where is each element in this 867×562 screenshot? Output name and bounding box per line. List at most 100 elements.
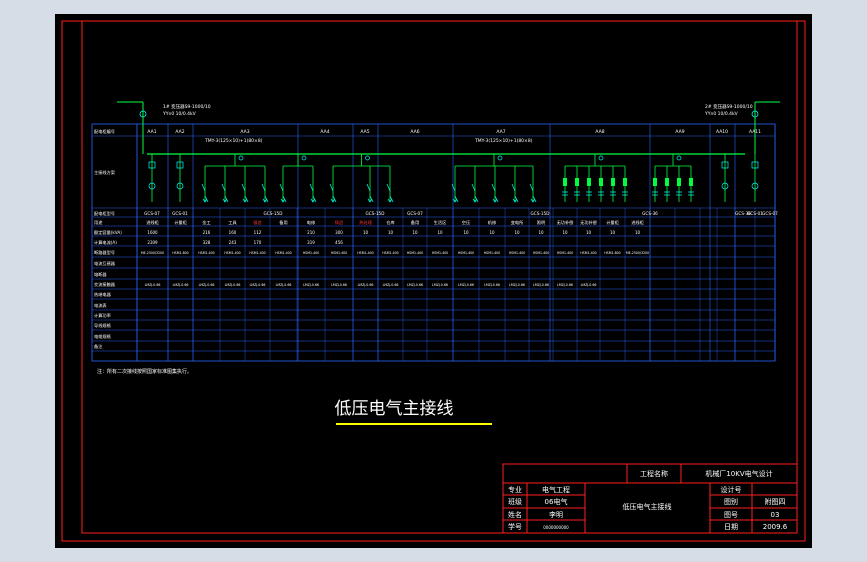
- tb-row0-value: 电气工程: [542, 485, 570, 494]
- capacitor-count-cell: 10: [412, 230, 418, 235]
- ct-cell: LMZJ-0.66: [458, 283, 474, 287]
- cap-fuse: [665, 178, 669, 186]
- tb-r1-value: 附图四: [765, 497, 786, 506]
- row-label: 电流表: [94, 302, 107, 309]
- row-label: 交流接触器: [94, 281, 116, 288]
- cabinet-model: GCS-15D: [264, 211, 283, 216]
- cabinet-model: GCS-36: [642, 211, 658, 216]
- use-cell: 无功补偿: [580, 219, 597, 226]
- use-cell: 变电所: [511, 219, 524, 226]
- ct-cell: LMZJ-0.66: [303, 283, 319, 287]
- capacity-cell: 160: [229, 230, 237, 235]
- cabinet-number: AA7: [496, 129, 505, 135]
- bus-ct: [301, 155, 307, 161]
- tb-r2-value: 03: [771, 511, 780, 519]
- bus-ct: [598, 155, 604, 161]
- use-cell: 照明: [537, 220, 545, 226]
- title-block: 工程名称 机械厂10KV电气设计 专业 电气工程 班级 06电气 姓名 李明 学…: [502, 463, 798, 534]
- breaker-cell: HSM1-400: [382, 251, 398, 255]
- cap-fuse: [623, 178, 627, 186]
- breaker-cell: HSM1-400: [533, 251, 549, 255]
- use-cell: 仓库: [386, 219, 394, 226]
- tb-r2-label: 图号: [724, 511, 738, 519]
- cabinet-model: GCS-01: [172, 211, 188, 216]
- current-cell: 456: [335, 240, 343, 245]
- tb-project-label: 工程名称: [640, 469, 668, 478]
- tb-row2-value: 李明: [549, 510, 563, 519]
- use-cell: 机修: [488, 219, 497, 226]
- inner-border: [81, 20, 798, 534]
- row-label: 电流互感器: [94, 260, 116, 267]
- footnote: 注：所有二次接线按照国家标准图集执行。: [97, 368, 192, 375]
- current-cell: 328: [203, 240, 211, 245]
- capacitor-count-cell: 10: [635, 230, 641, 235]
- tb-drawing-name: 低压电气主接线: [623, 502, 672, 511]
- tb-r3-label: 日期: [724, 523, 738, 531]
- cabinet-number: AA6: [410, 129, 419, 135]
- capacitor-count-cell: 10: [437, 230, 443, 235]
- capacity-cell: 1600: [147, 230, 158, 235]
- row-label: 电缆规格: [94, 333, 112, 340]
- use-cell: 铸造: [335, 219, 344, 226]
- ct-cell: LMZJ-0.66: [225, 283, 241, 287]
- cap-fuse: [689, 178, 693, 186]
- breaker-cell: HSM1-400: [509, 251, 525, 255]
- incoming-left-line1: 1# 变压器S9-1000/10: [163, 103, 211, 110]
- ct-cell: LMZJ-0.66: [383, 283, 399, 287]
- cabinet-number: AA11: [749, 129, 761, 135]
- ct-cell: LMZJ-0.66: [173, 283, 189, 287]
- cabinet-model: GCS-07: [407, 211, 423, 216]
- breaker-cell: HSM1-400: [580, 251, 596, 255]
- use-cell: 计量柜: [174, 219, 187, 226]
- use-cell: 备用: [411, 219, 419, 226]
- current-cell: 170: [254, 240, 262, 245]
- current-cell: 243: [229, 240, 237, 245]
- bus-ct: [497, 155, 503, 161]
- breaker-cell: HSM1-400: [198, 251, 214, 255]
- use-cell: 进线柜: [146, 219, 159, 226]
- cabinet-model: GCS-15D: [531, 211, 550, 216]
- bus-ct: [676, 155, 682, 161]
- current-cell: 2309: [147, 240, 158, 245]
- capacitor-count-cell: 10: [388, 230, 394, 235]
- breaker-cell: HSM1-400: [357, 251, 373, 255]
- ct-cell: LMZJ-0.66: [509, 283, 525, 287]
- table-cell-texts: 配电柜编号主接线方案配电柜型号用途额定容量(kVA) 计算电流(A) 断路器型号电流…: [94, 128, 778, 350]
- tb-r0-label: 设计号: [721, 485, 742, 494]
- bus-ct: [238, 155, 244, 161]
- cap-fuse: [653, 178, 657, 186]
- current-cell: 319: [307, 240, 315, 245]
- breaker-cell: HSM1-400: [224, 251, 240, 255]
- row-label: 计算功率: [94, 312, 111, 319]
- drawing-sheet: 配电柜编号 主接线方案 配电柜型号 用途 额定容量(kVA) 计算电流(A) 断路器型号 电流…: [55, 14, 812, 548]
- ct-cell: LMZJ-0.66: [557, 283, 573, 287]
- cabinet-model: GCS-01: [747, 211, 763, 216]
- breaker-cell: HSM1-400: [275, 251, 291, 255]
- capacitor-count-cell: 10: [586, 230, 592, 235]
- capacity-cell: 210: [307, 230, 315, 235]
- breaker-cell: HSM1-400: [303, 251, 319, 255]
- use-cell: 备用: [279, 219, 287, 226]
- cap-fuse: [611, 178, 615, 186]
- cap-fuse: [587, 178, 591, 186]
- schedule-table: [91, 123, 776, 362]
- cabinet-number: AA2: [175, 129, 184, 135]
- breaker-cell: HSM1-400: [432, 251, 448, 255]
- cabinet-number: AA5: [360, 129, 369, 135]
- tb-row3-label: 学号: [508, 522, 522, 531]
- ct-cell: LMZJ-0.66: [484, 283, 500, 287]
- ct-cell: LMZJ-0.66: [250, 283, 266, 287]
- use-cell: 生活区: [434, 219, 447, 226]
- bus-ct: [365, 155, 370, 161]
- capacitor-count-cell: 10: [538, 230, 544, 235]
- capacitor-count-cell: 10: [363, 230, 369, 235]
- ct-cell: LMZJ-0.66: [145, 283, 161, 287]
- cabinet-model: GCS-07: [762, 211, 778, 216]
- outer-border: [61, 20, 806, 542]
- breaker-cell: HSM1-800: [604, 251, 620, 255]
- cabinet-model: GCS-07: [144, 211, 160, 216]
- drawing-title: 低压电气主接线: [335, 399, 454, 419]
- use-cell: 进线柜: [631, 219, 644, 226]
- cap-fuse: [677, 178, 681, 186]
- use-cell: 电修: [307, 219, 316, 226]
